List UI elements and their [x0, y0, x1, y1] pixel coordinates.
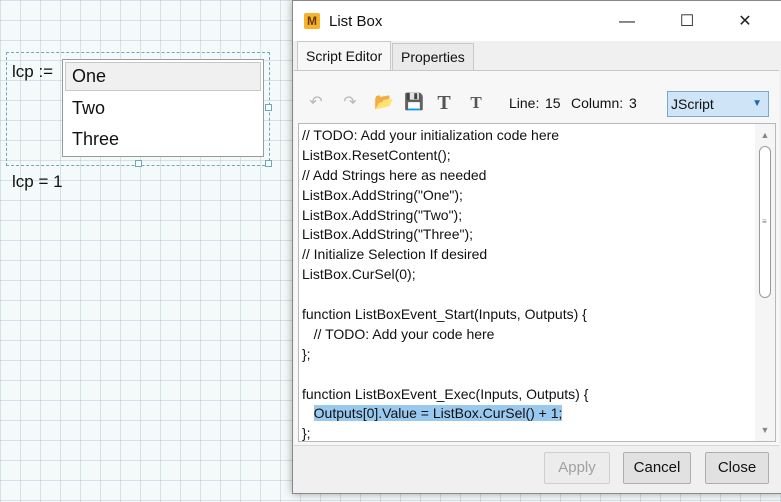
editor-toolbar: ↶ ↷ 📂 💾 T T Line: 15 Column: 3 JScript ▼	[305, 91, 775, 117]
listbox-item-one[interactable]: One	[65, 62, 261, 91]
tab-properties[interactable]: Properties	[392, 43, 474, 70]
selected-code-text[interactable]: Outputs[0].Value = ListBox.CurSel() + 1;	[313, 405, 563, 422]
app-logo-icon: M	[304, 13, 320, 29]
listbox-item-three[interactable]: Three	[63, 124, 263, 155]
maximize-button[interactable]: ☐	[667, 7, 707, 37]
apply-button[interactable]: Apply	[544, 452, 610, 484]
resize-handle-right[interactable]	[265, 104, 272, 111]
listbox-item-two[interactable]: Two	[63, 93, 263, 124]
font-icon[interactable]: T	[433, 91, 455, 115]
open-folder-icon[interactable]: 📂	[373, 91, 395, 115]
code-line[interactable]: ListBox.AddString("Two");	[302, 206, 750, 226]
variable-definition-label: lcp :=	[12, 62, 54, 81]
code-line[interactable]: ListBox.CurSel(0);	[302, 265, 750, 285]
column-label: Column:	[571, 95, 624, 111]
tab-strip: Script Editor Properties	[293, 41, 781, 71]
script-editor-panel: ↶ ↷ 📂 💾 T T Line: 15 Column: 3 JScript ▼…	[294, 70, 779, 446]
line-value: 15	[545, 95, 561, 111]
close-button[interactable]: Close	[705, 452, 769, 484]
code-line[interactable]: ListBox.AddString("One");	[302, 186, 750, 206]
title-bar[interactable]: M List Box — ☐ ✕	[293, 1, 781, 41]
code-line[interactable]: function ListBoxEvent_Start(Inputs, Outp…	[302, 305, 750, 325]
code-line[interactable]: };	[302, 345, 750, 365]
code-line[interactable]	[302, 365, 750, 385]
code-line[interactable]: // Initialize Selection If desired	[302, 245, 750, 265]
vertical-scrollbar[interactable]: ▲ ≡ ▼	[755, 124, 775, 441]
resize-handle-bottom[interactable]	[135, 160, 142, 167]
font-size-icon[interactable]: T	[465, 91, 487, 115]
save-icon[interactable]: 💾	[403, 91, 425, 115]
code-line[interactable]: Outputs[0].Value = ListBox.CurSel() + 1;	[302, 404, 750, 424]
close-window-button[interactable]: ✕	[725, 7, 765, 37]
listbox-control[interactable]: One Two Three	[62, 59, 264, 157]
language-select-value: JScript	[671, 96, 714, 112]
code-text[interactable]: // TODO: Add your initialization code he…	[302, 126, 750, 441]
code-line[interactable]: // TODO: Add your code here	[302, 325, 750, 345]
redo-icon[interactable]: ↷	[339, 91, 361, 115]
line-label: Line:	[509, 95, 540, 111]
scroll-down-icon[interactable]: ▼	[755, 421, 775, 439]
code-line[interactable]	[302, 285, 750, 305]
code-line[interactable]: function ListBoxEvent_Exec(Inputs, Outpu…	[302, 385, 750, 405]
code-line[interactable]: };	[302, 424, 750, 441]
scrollbar-grip-icon: ≡	[762, 217, 767, 226]
cancel-button[interactable]: Cancel	[623, 452, 691, 484]
tab-script-editor[interactable]: Script Editor	[297, 41, 392, 70]
minimize-button[interactable]: —	[607, 7, 647, 37]
undo-icon[interactable]: ↶	[305, 91, 327, 115]
dialog-title: List Box	[329, 13, 383, 30]
chevron-down-icon: ▼	[752, 98, 762, 109]
code-line[interactable]: ListBox.AddString("Three");	[302, 225, 750, 245]
footer-divider	[294, 445, 779, 446]
list-box-dialog: M List Box — ☐ ✕ Script Editor Propertie…	[292, 0, 781, 494]
scroll-up-icon[interactable]: ▲	[755, 126, 775, 144]
code-line[interactable]: ListBox.ResetContent();	[302, 146, 750, 166]
code-editor[interactable]: // TODO: Add your initialization code he…	[298, 123, 776, 442]
evaluation-result: lcp = 1	[12, 172, 63, 191]
code-line[interactable]: // TODO: Add your initialization code he…	[302, 126, 750, 146]
code-line[interactable]: // Add Strings here as needed	[302, 166, 750, 186]
column-value: 3	[629, 95, 637, 111]
resize-handle-corner[interactable]	[265, 160, 272, 167]
language-select[interactable]: JScript ▼	[667, 91, 769, 117]
